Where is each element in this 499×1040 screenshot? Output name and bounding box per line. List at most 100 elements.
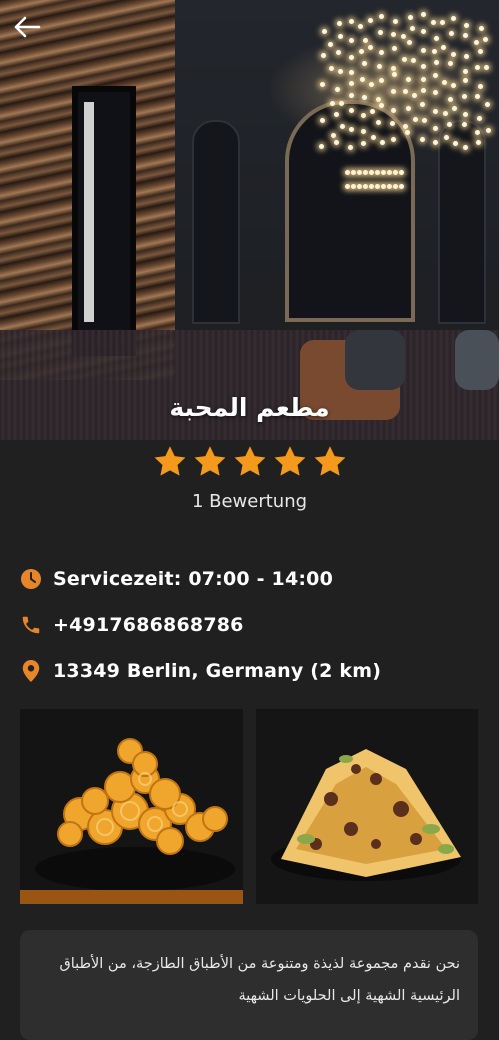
light-bulb bbox=[452, 140, 458, 146]
light-bulb bbox=[483, 65, 489, 70]
map-pin-icon bbox=[20, 660, 42, 682]
address-row[interactable]: 13349 Berlin, Germany (2 km) bbox=[20, 660, 381, 682]
light-bulb bbox=[336, 21, 342, 27]
light-bulb bbox=[421, 29, 426, 35]
star-icon bbox=[274, 446, 305, 476]
light-bulb bbox=[411, 57, 417, 63]
light-bulb bbox=[391, 71, 397, 77]
clock-icon bbox=[20, 568, 42, 590]
light-bulb bbox=[330, 132, 336, 138]
light-bulb bbox=[362, 61, 368, 67]
light-bulb bbox=[399, 184, 404, 189]
light-bulb bbox=[349, 69, 354, 75]
light-bulb bbox=[387, 170, 392, 175]
light-bulb bbox=[363, 170, 368, 175]
light-bulb bbox=[322, 28, 327, 34]
light-bulb bbox=[404, 130, 410, 135]
phone-number[interactable]: +4917686868786 bbox=[53, 614, 244, 636]
light-bulb bbox=[483, 36, 489, 42]
light-bulb bbox=[462, 68, 468, 74]
light-bulb bbox=[393, 184, 398, 189]
light-bulb bbox=[335, 50, 341, 56]
light-bulb bbox=[357, 170, 362, 175]
light-bulb bbox=[390, 32, 396, 38]
light-bulb bbox=[484, 101, 490, 107]
star-icon bbox=[314, 446, 345, 476]
light-bulb bbox=[440, 20, 446, 26]
light-bulb bbox=[443, 134, 449, 140]
light-bulb bbox=[390, 88, 396, 94]
light-bulb bbox=[345, 170, 350, 175]
light-bulb bbox=[359, 76, 365, 82]
light-bulb bbox=[431, 48, 437, 54]
address-text[interactable]: 13349 Berlin, Germany (2 km) bbox=[53, 660, 381, 682]
food-photo-loaded-fries[interactable] bbox=[256, 709, 478, 904]
light-bulb bbox=[392, 46, 398, 52]
light-bulb bbox=[337, 34, 343, 40]
light-bulb bbox=[348, 18, 354, 24]
back-button[interactable] bbox=[10, 12, 44, 42]
light-bulb bbox=[381, 170, 386, 175]
light-bulb bbox=[434, 35, 440, 41]
light-bulb bbox=[451, 16, 456, 21]
light-bulb bbox=[431, 19, 437, 25]
wall-panel bbox=[192, 120, 240, 324]
light-bulb bbox=[338, 69, 344, 75]
light-bulb bbox=[441, 80, 447, 86]
light-bulb bbox=[370, 134, 376, 140]
light-bulb bbox=[462, 32, 468, 38]
light-bulb bbox=[375, 184, 380, 189]
description-text: نحن نقدم مجموعة لذيذة ومتنوعة من الأطباق… bbox=[59, 956, 460, 1004]
light-bulb bbox=[360, 113, 366, 119]
light-bulb bbox=[328, 41, 334, 47]
light-bulb bbox=[420, 11, 426, 17]
light-bulb bbox=[399, 170, 404, 175]
light-bulb bbox=[421, 88, 427, 94]
light-bulb bbox=[345, 184, 350, 189]
light-bulb bbox=[432, 73, 438, 78]
loaded-fries-image bbox=[256, 709, 478, 904]
light-bulb bbox=[422, 118, 427, 124]
light-bulb bbox=[361, 95, 367, 101]
light-bulb bbox=[369, 184, 374, 189]
light-bulb bbox=[406, 76, 412, 82]
light-bulb bbox=[335, 86, 341, 92]
food-photo-curly-fries[interactable] bbox=[20, 709, 243, 904]
light-bulb bbox=[348, 80, 354, 86]
light-bulb bbox=[479, 25, 485, 31]
light-bulb bbox=[390, 65, 396, 71]
light-bulb bbox=[367, 17, 373, 23]
light-bulb bbox=[478, 49, 484, 55]
light-bulb bbox=[363, 184, 368, 189]
light-bulb bbox=[441, 44, 447, 50]
phone-row[interactable]: +4917686868786 bbox=[20, 614, 244, 636]
wall-panel bbox=[438, 120, 486, 324]
light-bulb bbox=[359, 49, 365, 55]
light-bulb bbox=[412, 116, 418, 122]
light-bulb bbox=[405, 105, 411, 111]
light-bulb bbox=[360, 140, 366, 146]
star-icon bbox=[234, 446, 265, 476]
light-bulb bbox=[369, 81, 375, 87]
photo-accent-bar bbox=[20, 890, 243, 904]
light-bulb bbox=[477, 83, 483, 89]
light-bulb bbox=[432, 139, 438, 145]
light-bulb bbox=[420, 101, 426, 107]
light-bulb bbox=[348, 108, 354, 114]
light-bulb bbox=[451, 51, 457, 57]
banquette bbox=[0, 330, 499, 440]
window bbox=[72, 86, 136, 356]
light-bulb bbox=[321, 52, 327, 58]
light-bulb bbox=[375, 170, 380, 175]
light-bulb bbox=[369, 109, 375, 115]
light-bulb bbox=[363, 38, 369, 43]
phone-icon bbox=[20, 614, 42, 636]
light-bulb bbox=[485, 127, 491, 133]
light-bulb bbox=[393, 170, 398, 175]
light-bulb bbox=[432, 108, 438, 114]
light-bulb bbox=[377, 63, 383, 69]
light-bulb bbox=[411, 92, 417, 98]
light-bulb bbox=[369, 170, 374, 175]
light-bulb bbox=[420, 77, 426, 83]
star-icon bbox=[154, 446, 185, 476]
